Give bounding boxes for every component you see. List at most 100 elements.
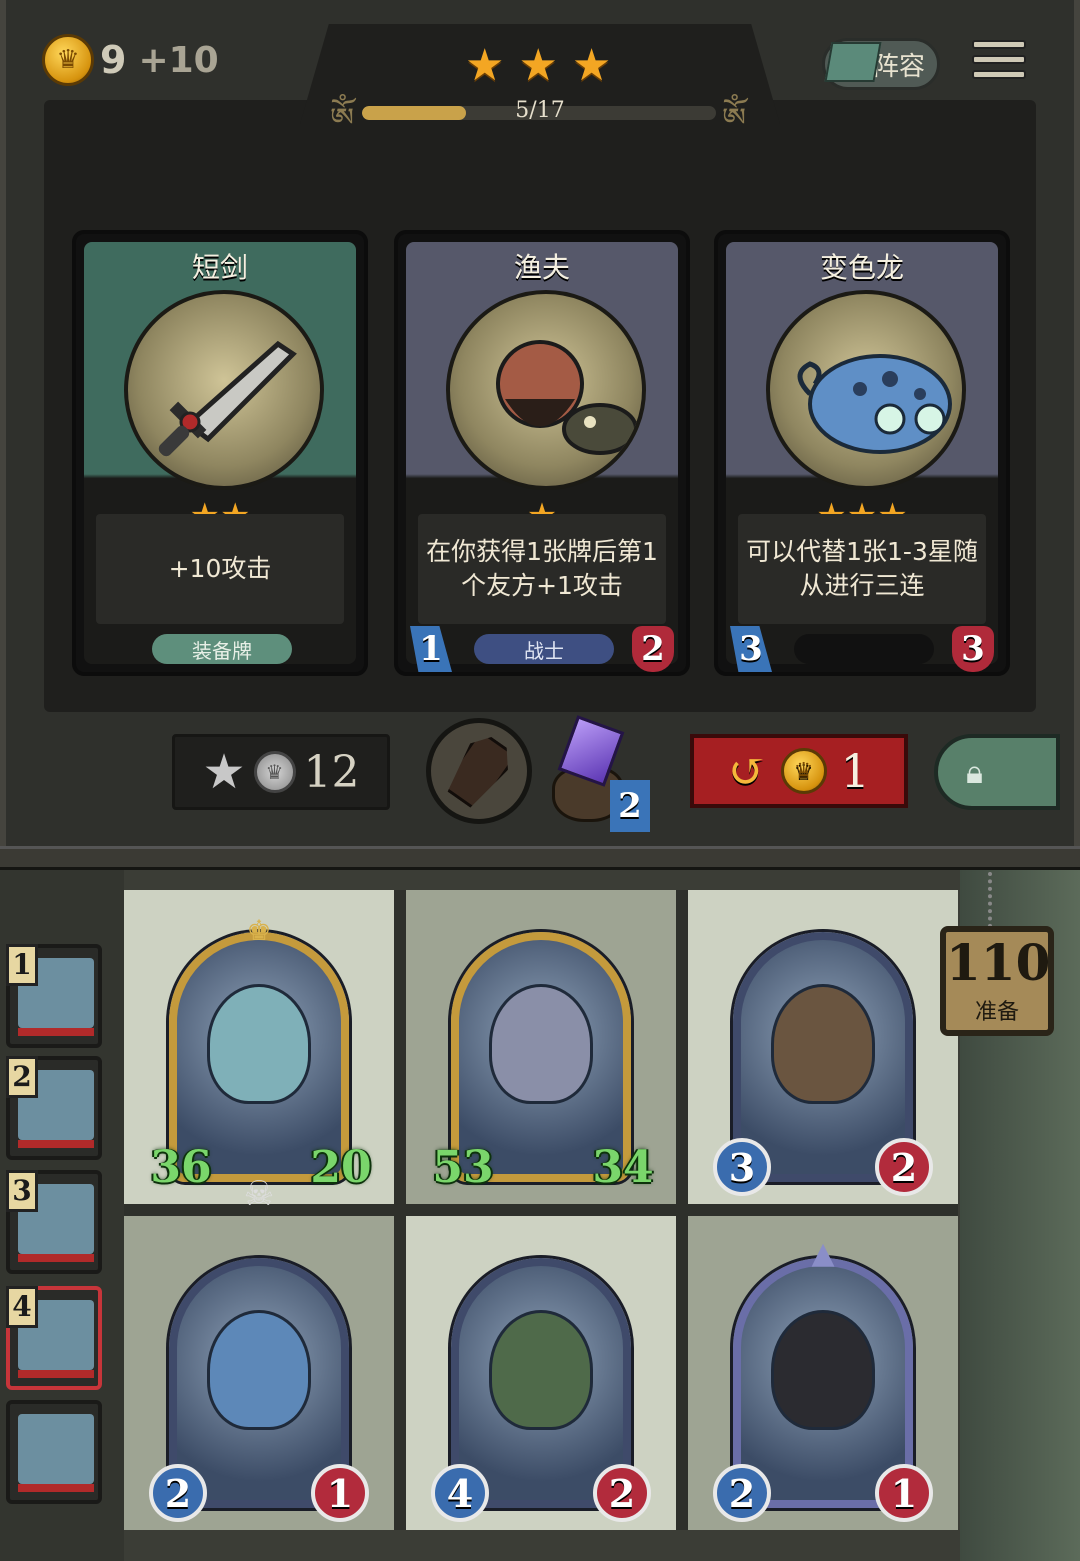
card-tag-empty [794,634,934,664]
attack-value: 3 [713,1138,771,1196]
lock-shop-button[interactable]: 🔒︎ [934,734,1060,810]
board-slot[interactable]: ▲ 2 1 [688,1216,958,1530]
prep-timer: 110 准备 [940,926,1054,1036]
upgrade-star-icon: ★ [202,744,246,800]
crown-coin-icon: ♛ [780,748,827,794]
health-value: 2 [593,1464,651,1522]
ranking-player[interactable]: 1 [6,944,102,1048]
minion-unit[interactable]: 53 34 [432,932,654,1193]
wizard-hat-icon: ▲ [811,1236,835,1271]
shop-card-fisherman[interactable]: 渔夫 ★ 在你获得1张牌后第1个友方+1攻击 战士 1 2 [394,230,690,676]
health-bar [18,1140,94,1148]
board-grid: ♚ 36 20 ☠ 53 34 3 2 2 1 4 2 ▲ 2 1 [124,890,958,1530]
menu-bar-icon [972,40,1026,49]
gold-amount: 9 [100,38,127,82]
card-description: 可以代替1张1-3星随从进行三连 [738,514,986,624]
panel-divider [0,846,1080,870]
crown-crest-icon: ♚ [246,914,272,947]
avatar [18,1414,94,1484]
gold-income: +10 [138,39,219,81]
board-slot[interactable]: 4 2 [406,1216,676,1530]
health-value: 1 [875,1464,933,1522]
health-value: 2 [632,626,674,672]
crown-coin-icon: ♛ [42,34,94,86]
minion-unit[interactable]: ▲ 2 1 [713,1236,933,1522]
board-slot[interactable]: 3 2 [688,890,958,1204]
attack-value: 36 [150,1141,212,1193]
minion-portrait [489,984,593,1104]
prep-count: 110 [946,933,1051,992]
minion-portrait [771,984,875,1104]
minion-unit[interactable]: 4 2 [431,1258,651,1522]
upgrade-tier-button[interactable]: ★ ♛ 12 [172,734,390,810]
lineup-label: 阵容 [872,51,925,82]
gold-display: ♛ 9 +10 [42,34,219,86]
gem-count: 2 [610,780,650,832]
minion-unit[interactable]: 3 2 [713,932,933,1196]
card-description: +10攻击 [96,514,344,624]
minion-portrait [771,1310,875,1430]
prep-label: 准备 [974,1000,1019,1025]
star-icon: ★ [571,40,612,91]
health-bar [18,1370,94,1378]
refresh-button[interactable]: ↺ ♛ 1 [690,734,908,808]
minion-unit[interactable]: ♚ 36 20 ☠ [150,914,371,1214]
ranking-player[interactable]: 2 [6,1056,102,1160]
gem-bag-button[interactable]: 2 [552,715,656,832]
card-tag: 战士 [474,634,614,664]
rank-number: 2 [6,1056,38,1098]
ranking-player[interactable]: 3 [6,1170,102,1274]
swirl-ornament-left-icon: ༀ [330,102,355,137]
menu-bar-icon [972,55,1026,64]
health-bar [18,1254,94,1262]
card-description: 在你获得1张牌后第1个友方+1攻击 [418,514,666,624]
health-bar [18,1028,94,1036]
fisherman-portrait [446,290,646,490]
card-tag: 装备牌 [152,634,292,664]
star-icon: ★ [465,40,505,91]
card-title: 变色龙 [819,251,904,284]
coffin-icon [440,729,518,813]
chain-icon [988,872,1004,928]
skull-icon: ☠ [243,1174,275,1214]
ranking-player[interactable]: 4 [6,1286,102,1390]
health-value: 2 [875,1138,933,1196]
card-title: 渔夫 [513,251,570,284]
shop-card-sword[interactable]: 短剑 ★★ +10攻击 装备牌 [72,230,368,676]
swirl-ornament-right-icon: ༀ [722,102,747,137]
menu-bar-icon [972,70,1026,79]
rank-number: 4 [6,1286,38,1328]
tier-progress-text: 5/17 [515,98,565,123]
tavern-tier-stars: ★ ★ ★ [465,44,611,88]
board-slot[interactable]: 53 34 [406,890,676,1204]
refresh-cost: 1 [840,744,870,798]
sell-coffin-button[interactable] [426,718,532,824]
upgrade-cost: 12 [303,746,360,798]
lock-icon: 🔒︎ [966,752,984,791]
health-value: 34 [592,1141,654,1193]
health-value: 1 [311,1464,369,1522]
silver-coin-icon: ♛ [253,751,296,793]
rank-number: 1 [6,944,38,986]
health-value: 20 [310,1141,372,1193]
ranking-player[interactable] [6,1400,102,1504]
minion-portrait [207,984,311,1104]
rank-number: 3 [6,1170,38,1212]
refresh-arrow-icon: ↺ [728,744,767,798]
attack-value: 53 [432,1141,494,1193]
tier-progress-fill [362,106,467,120]
board-slot[interactable]: ♚ 36 20 ☠ [124,890,394,1214]
shop-card-chameleon[interactable]: 变色龙 ★★★ 可以代替1张1-3星随从进行三连 3 3 [714,230,1010,676]
minion-portrait [207,1310,311,1430]
star-icon: ★ [518,40,558,91]
minion-unit[interactable]: 2 1 [149,1258,369,1522]
board-slot[interactable]: 2 1 [124,1216,394,1530]
menu-button[interactable] [972,40,1026,88]
book-icon [824,42,882,82]
sword-icon [124,290,324,490]
chameleon-portrait [766,290,966,490]
attack-value: 4 [431,1464,489,1522]
attack-value: 2 [713,1464,771,1522]
health-bar [18,1484,94,1492]
health-value: 3 [952,626,994,672]
